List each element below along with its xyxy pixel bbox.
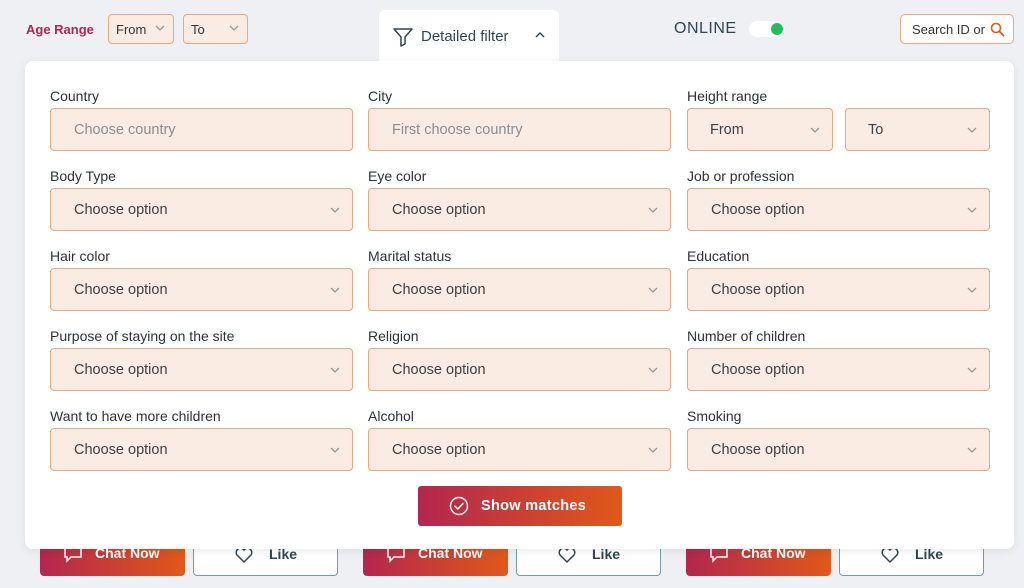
show-matches-label: Show matches bbox=[481, 498, 587, 514]
religion-select[interactable]: Choose option bbox=[368, 348, 671, 391]
city-label: City bbox=[368, 88, 393, 104]
smoking-select[interactable]: Choose option bbox=[687, 428, 990, 471]
purpose-value: Choose option bbox=[74, 362, 168, 378]
city-value: First choose country bbox=[392, 122, 523, 138]
city-select[interactable]: First choose country bbox=[368, 108, 671, 151]
chevron-down-icon bbox=[330, 447, 340, 453]
detailed-filter-toggle[interactable]: Detailed filter bbox=[379, 10, 559, 66]
age-from-select[interactable]: From bbox=[108, 14, 174, 44]
age-from-value: From bbox=[116, 22, 147, 37]
body-type-label: Body Type bbox=[50, 168, 116, 184]
chevron-down-icon bbox=[648, 447, 658, 453]
eye-color-select[interactable]: Choose option bbox=[368, 188, 671, 231]
chevron-down-icon bbox=[229, 25, 239, 31]
chevron-down-icon bbox=[967, 207, 977, 213]
height-range-label: Height range bbox=[687, 88, 768, 104]
chevron-down-icon bbox=[330, 207, 340, 213]
marital-status-label: Marital status bbox=[368, 248, 452, 264]
hair-color-label: Hair color bbox=[50, 248, 110, 264]
top-filter-bar: Age Range From To Detailed filter ONLINE bbox=[0, 0, 1024, 66]
more-children-value: Choose option bbox=[74, 442, 168, 458]
online-toggle-knob bbox=[771, 23, 783, 35]
chevron-down-icon bbox=[967, 447, 977, 453]
more-children-label: Want to have more children bbox=[50, 408, 221, 424]
hair-color-select[interactable]: Choose option bbox=[50, 268, 353, 311]
eye-color-value: Choose option bbox=[392, 202, 486, 218]
country-label: Country bbox=[50, 88, 100, 104]
search-box[interactable] bbox=[900, 14, 1014, 44]
country-select[interactable]: Choose country bbox=[50, 108, 353, 151]
children-label: Number of children bbox=[687, 328, 806, 344]
detailed-filter-panel: Country Choose country City First choose… bbox=[25, 61, 1014, 549]
education-value: Choose option bbox=[711, 282, 805, 298]
marital-status-select[interactable]: Choose option bbox=[368, 268, 671, 311]
chevron-down-icon bbox=[967, 127, 977, 133]
body-type-value: Choose option bbox=[74, 202, 168, 218]
chevron-down-icon bbox=[967, 287, 977, 293]
more-children-select[interactable]: Choose option bbox=[50, 428, 353, 471]
filter-funnel-icon bbox=[393, 28, 413, 47]
hair-color-value: Choose option bbox=[74, 282, 168, 298]
education-select[interactable]: Choose option bbox=[687, 268, 990, 311]
age-to-value: To bbox=[191, 22, 205, 37]
alcohol-select[interactable]: Choose option bbox=[368, 428, 671, 471]
chevron-down-icon bbox=[648, 367, 658, 373]
smoking-label: Smoking bbox=[687, 408, 742, 424]
job-value: Choose option bbox=[711, 202, 805, 218]
search-input[interactable] bbox=[912, 22, 988, 37]
purpose-label: Purpose of staying on the site bbox=[50, 328, 235, 344]
job-label: Job or profession bbox=[687, 168, 795, 184]
alcohol-value: Choose option bbox=[392, 442, 486, 458]
chevron-up-icon bbox=[535, 32, 545, 38]
children-select[interactable]: Choose option bbox=[687, 348, 990, 391]
chevron-down-icon bbox=[967, 367, 977, 373]
job-select[interactable]: Choose option bbox=[687, 188, 990, 231]
chevron-down-icon bbox=[330, 367, 340, 373]
religion-label: Religion bbox=[368, 328, 419, 344]
height-to-value: To bbox=[868, 122, 884, 138]
age-range-label: Age Range bbox=[26, 22, 94, 37]
education-label: Education bbox=[687, 248, 750, 264]
check-circle-icon bbox=[449, 496, 469, 516]
country-value: Choose country bbox=[74, 122, 176, 138]
smoking-value: Choose option bbox=[711, 442, 805, 458]
body-type-select[interactable]: Choose option bbox=[50, 188, 353, 231]
chevron-down-icon bbox=[155, 25, 165, 31]
children-value: Choose option bbox=[711, 362, 805, 378]
height-from-select[interactable]: From bbox=[687, 108, 833, 151]
show-matches-button[interactable]: Show matches bbox=[418, 486, 622, 526]
religion-value: Choose option bbox=[392, 362, 486, 378]
detailed-filter-label: Detailed filter bbox=[421, 28, 509, 45]
chevron-down-icon bbox=[648, 207, 658, 213]
age-to-select[interactable]: To bbox=[183, 14, 248, 44]
chevron-down-icon bbox=[810, 127, 820, 133]
search-icon[interactable] bbox=[990, 22, 1005, 37]
height-from-value: From bbox=[710, 122, 744, 138]
height-to-select[interactable]: To bbox=[845, 108, 990, 151]
online-label: ONLINE bbox=[674, 20, 737, 37]
chevron-down-icon bbox=[648, 287, 658, 293]
chevron-down-icon bbox=[330, 287, 340, 293]
marital-status-value: Choose option bbox=[392, 282, 486, 298]
eye-color-label: Eye color bbox=[368, 168, 427, 184]
online-toggle[interactable] bbox=[749, 21, 785, 37]
alcohol-label: Alcohol bbox=[368, 408, 414, 424]
purpose-select[interactable]: Choose option bbox=[50, 348, 353, 391]
